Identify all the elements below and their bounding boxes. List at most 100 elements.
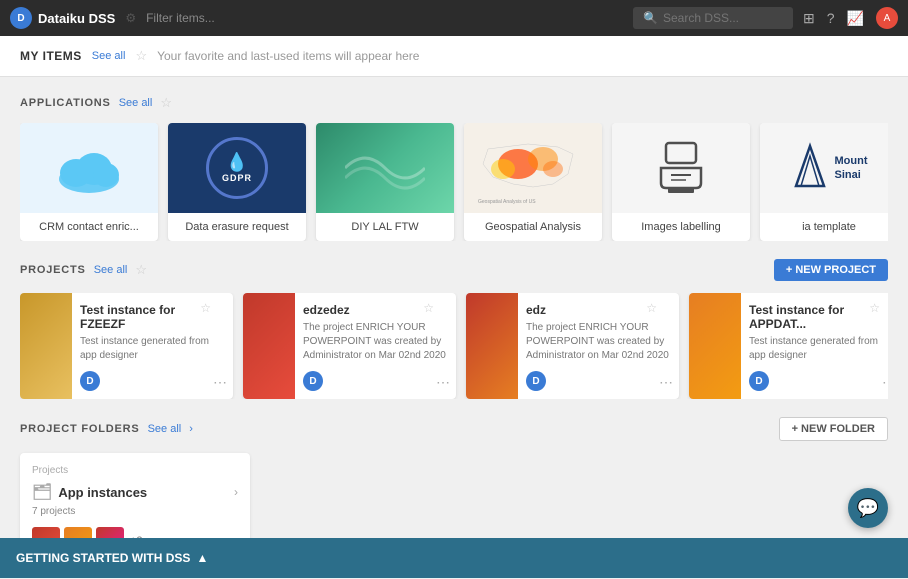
cloud-icon xyxy=(54,141,124,196)
project-card-1-body: Test instance for FZEEZF ☆ Test instance… xyxy=(72,293,233,399)
project-card-2-star[interactable]: ☆ xyxy=(423,301,434,315)
project-card-3-color xyxy=(466,293,518,399)
project-card-4-body: Test instance for APPDAT... ☆ Test insta… xyxy=(741,293,888,399)
my-items-see-all[interactable]: See all xyxy=(92,50,126,62)
main-content: APPLICATIONS See all ☆ CRM contact enric… xyxy=(0,77,908,579)
top-navigation: D Dataiku DSS ⚙ Filter items... 🔍 ⊞ ? 📈 … xyxy=(0,0,908,36)
app-card-crm-label: CRM contact enric... xyxy=(20,213,158,241)
applications-title: APPLICATIONS xyxy=(20,97,111,109)
project-card-1-star[interactable]: ☆ xyxy=(200,301,211,315)
projects-strip: Test instance for FZEEZF ☆ Test instance… xyxy=(20,293,888,399)
projects-header-right: + NEW PROJECT xyxy=(774,259,888,281)
project-card-1-color xyxy=(20,293,72,399)
project-folders-arrow: › xyxy=(189,423,193,435)
project-card-4[interactable]: Test instance for APPDAT... ☆ Test insta… xyxy=(689,293,888,399)
app-card-geo-label: Geospatial Analysis xyxy=(464,213,602,241)
project-card-3[interactable]: edz ☆ The project ENRICH YOUR POWERPOINT… xyxy=(466,293,679,399)
app-card-gdpr[interactable]: 💧 GDPR Data erasure request xyxy=(168,123,306,241)
grid-icon[interactable]: ⊞ xyxy=(803,10,815,27)
projects-header: PROJECTS See all ☆ + NEW PROJECT xyxy=(20,259,888,281)
folder-name-row: 🗂 App instances › xyxy=(32,482,238,502)
search-input[interactable] xyxy=(663,11,773,25)
app-card-gdpr-label: Data erasure request xyxy=(168,213,306,241)
project-card-2-desc: The project ENRICH YOUR POWERPOINT was c… xyxy=(303,321,448,363)
projects-star-icon[interactable]: ☆ xyxy=(135,262,147,278)
chat-bubble[interactable]: 💬 xyxy=(848,488,888,528)
project-card-1-desc: Test instance generated from app designe… xyxy=(80,335,225,363)
my-items-bar: MY ITEMS See all ☆ Your favorite and las… xyxy=(0,36,908,77)
applications-see-all[interactable]: See all xyxy=(119,97,153,109)
folder-icon: 🗂 xyxy=(32,482,52,502)
app-card-ia-label: ia template xyxy=(760,213,888,241)
stamp-icon xyxy=(646,133,716,203)
svg-text:Geospatial Analysis of US: Geospatial Analysis of US xyxy=(478,199,536,205)
mount-sinai-logo xyxy=(791,141,829,196)
search-box[interactable]: 🔍 xyxy=(633,7,793,29)
filter-icon: ⚙ xyxy=(125,11,136,25)
app-card-diy-img xyxy=(316,123,454,213)
app-card-geo[interactable]: Geospatial Analysis of US Geospatial Ana… xyxy=(464,123,602,241)
getting-started-label: GETTING STARTED WITH DSS xyxy=(16,551,190,565)
folder-name-text: App instances xyxy=(58,485,147,500)
project-card-3-badge: D xyxy=(526,371,546,391)
help-icon[interactable]: ? xyxy=(827,10,835,26)
project-card-2-dots[interactable]: ⋯ xyxy=(436,374,450,391)
app-card-diy-label: DIY LAL FTW xyxy=(316,213,454,241)
applications-header: APPLICATIONS See all ☆ xyxy=(20,95,888,111)
new-folder-button[interactable]: + NEW FOLDER xyxy=(779,417,888,441)
bottom-bar: GETTING STARTED WITH DSS ▲ xyxy=(0,538,908,578)
applications-section: APPLICATIONS See all ☆ CRM contact enric… xyxy=(20,95,888,241)
folder-count: 7 projects xyxy=(32,506,238,517)
project-card-2[interactable]: edzedez ☆ The project ENRICH YOUR POWERP… xyxy=(243,293,456,399)
app-card-crm[interactable]: CRM contact enric... xyxy=(20,123,158,241)
analytics-icon[interactable]: 📈 xyxy=(847,10,864,27)
project-card-4-dots[interactable]: ⋯ xyxy=(882,374,888,391)
project-card-3-star[interactable]: ☆ xyxy=(646,301,657,315)
project-card-4-color xyxy=(689,293,741,399)
folder-name: 🗂 App instances xyxy=(32,482,147,502)
project-card-4-star[interactable]: ☆ xyxy=(869,301,880,315)
heatmap-icon: Geospatial Analysis of US xyxy=(473,129,593,207)
app-card-diy[interactable]: DIY LAL FTW xyxy=(316,123,454,241)
filter-text[interactable]: Filter items... xyxy=(146,11,215,25)
project-folders-see-all[interactable]: See all xyxy=(148,423,182,435)
my-items-placeholder: Your favorite and last-used items will a… xyxy=(157,49,419,63)
app-card-ia[interactable]: MountSinai ia template xyxy=(760,123,888,241)
project-card-1-badge: D xyxy=(80,371,100,391)
folder-chevron-icon[interactable]: › xyxy=(234,485,238,499)
project-card-1[interactable]: Test instance for FZEEZF ☆ Test instance… xyxy=(20,293,233,399)
applications-star-icon[interactable]: ☆ xyxy=(160,95,172,111)
project-card-2-color xyxy=(243,293,295,399)
my-items-title: MY ITEMS xyxy=(20,49,82,63)
project-folders-header: PROJECT FOLDERS See all › + NEW FOLDER xyxy=(20,417,888,441)
project-card-1-dots[interactable]: ⋯ xyxy=(213,374,227,391)
project-card-4-desc: Test instance generated from app designe… xyxy=(749,335,888,363)
user-avatar[interactable]: A xyxy=(876,7,898,29)
app-card-gdpr-img: 💧 GDPR xyxy=(168,123,306,213)
my-items-star-icon[interactable]: ☆ xyxy=(135,48,147,64)
chevron-up-icon: ▲ xyxy=(196,551,208,565)
getting-started-button[interactable]: GETTING STARTED WITH DSS ▲ xyxy=(16,551,208,565)
chat-icon: 💬 xyxy=(857,498,879,519)
project-card-4-title: Test instance for APPDAT... xyxy=(749,303,888,331)
app-card-images-img xyxy=(612,123,750,213)
project-folders-title: PROJECT FOLDERS xyxy=(20,423,140,435)
project-card-3-body: edz ☆ The project ENRICH YOUR POWERPOINT… xyxy=(518,293,679,399)
app-card-images[interactable]: Images labelling xyxy=(612,123,750,241)
search-icon: 🔍 xyxy=(643,11,658,25)
nav-icons: ⊞ ? 📈 A xyxy=(803,7,898,29)
abstract-wave-icon xyxy=(345,138,425,198)
new-project-button[interactable]: + NEW PROJECT xyxy=(774,259,888,281)
folder-card-header: Projects xyxy=(32,465,238,476)
projects-see-all[interactable]: See all xyxy=(94,264,128,276)
projects-title: PROJECTS xyxy=(20,264,86,276)
project-card-3-dots[interactable]: ⋯ xyxy=(659,374,673,391)
project-card-3-desc: The project ENRICH YOUR POWERPOINT was c… xyxy=(526,321,671,363)
project-card-4-badge: D xyxy=(749,371,769,391)
app-logo[interactable]: D Dataiku DSS xyxy=(10,7,115,29)
app-name: Dataiku DSS xyxy=(38,11,115,26)
project-card-2-body: edzedez ☆ The project ENRICH YOUR POWERP… xyxy=(295,293,456,399)
app-card-ia-img: MountSinai xyxy=(760,123,888,213)
project-folders-header-right: + NEW FOLDER xyxy=(779,417,888,441)
projects-section: PROJECTS See all ☆ + NEW PROJECT Test in… xyxy=(20,259,888,399)
